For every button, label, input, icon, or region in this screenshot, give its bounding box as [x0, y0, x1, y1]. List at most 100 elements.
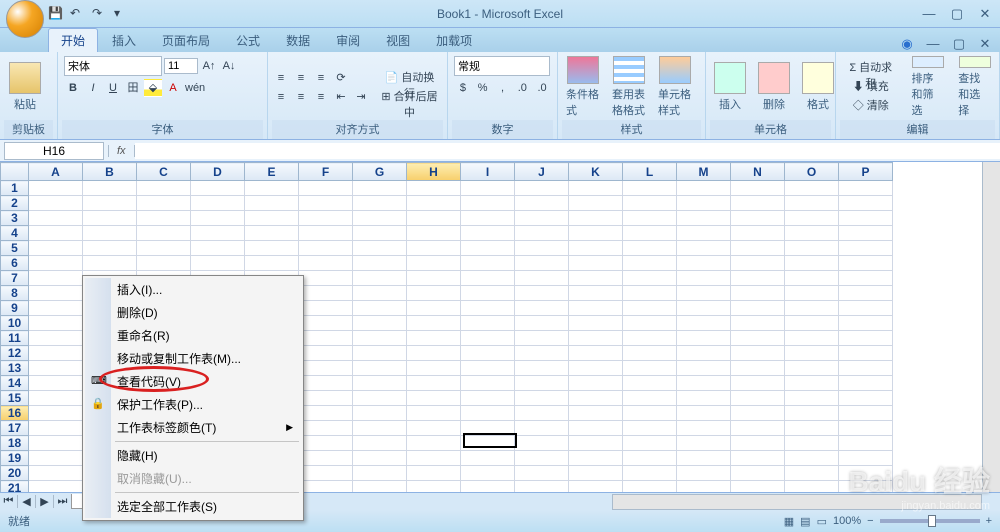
col-header-C[interactable]: C	[137, 163, 191, 181]
cell-I2[interactable]	[461, 196, 515, 211]
cell-A11[interactable]	[29, 331, 83, 346]
col-header-B[interactable]: B	[83, 163, 137, 181]
fill-color-button[interactable]: ⬙	[144, 79, 162, 97]
view-break-icon[interactable]: ▭	[817, 515, 827, 528]
cell-D5[interactable]	[191, 241, 245, 256]
cell-H21[interactable]	[407, 481, 461, 493]
col-header-A[interactable]: A	[29, 163, 83, 181]
cell-A13[interactable]	[29, 361, 83, 376]
row-header-14[interactable]: 14	[1, 376, 29, 391]
font-size-select[interactable]: 11	[164, 58, 198, 74]
tab-review[interactable]: 审阅	[324, 29, 372, 52]
cell-G12[interactable]	[353, 346, 407, 361]
cell-M19[interactable]	[677, 451, 731, 466]
col-header-L[interactable]: L	[623, 163, 677, 181]
paste-button[interactable]: 粘贴	[4, 54, 46, 120]
cell-I6[interactable]	[461, 256, 515, 271]
font-color-button[interactable]: A	[164, 79, 182, 97]
cell-N4[interactable]	[731, 226, 785, 241]
zoom-in-button[interactable]: +	[986, 515, 992, 527]
cell-F20[interactable]	[299, 466, 353, 481]
view-layout-icon[interactable]: ▤	[800, 515, 810, 528]
redo-icon[interactable]: ↷	[92, 6, 108, 22]
cell-N9[interactable]	[731, 301, 785, 316]
cell-J15[interactable]	[515, 391, 569, 406]
cell-J9[interactable]	[515, 301, 569, 316]
wrap-text-button[interactable]: 📄 自动换行	[376, 69, 443, 87]
underline-button[interactable]: U	[104, 79, 122, 97]
cell-P13[interactable]	[839, 361, 893, 376]
cell-N11[interactable]	[731, 331, 785, 346]
cell-N13[interactable]	[731, 361, 785, 376]
cell-P6[interactable]	[839, 256, 893, 271]
cell-L17[interactable]	[623, 421, 677, 436]
tab-insert[interactable]: 插入	[100, 29, 148, 52]
cell-K12[interactable]	[569, 346, 623, 361]
menu-insert[interactable]: 插入(I)...	[85, 278, 301, 301]
col-header-D[interactable]: D	[191, 163, 245, 181]
cell-J13[interactable]	[515, 361, 569, 376]
col-header-J[interactable]: J	[515, 163, 569, 181]
cell-L18[interactable]	[623, 436, 677, 451]
cell-G19[interactable]	[353, 451, 407, 466]
cell-M5[interactable]	[677, 241, 731, 256]
cell-B6[interactable]	[83, 256, 137, 271]
align-middle-icon[interactable]: ≡	[292, 69, 310, 87]
cell-H19[interactable]	[407, 451, 461, 466]
cell-L10[interactable]	[623, 316, 677, 331]
cell-L7[interactable]	[623, 271, 677, 286]
ribbon-restore-button[interactable]: ▢	[950, 36, 968, 52]
menu-delete[interactable]: 删除(D)	[85, 301, 301, 324]
cell-K17[interactable]	[569, 421, 623, 436]
ribbon-close-button[interactable]: ✕	[976, 36, 994, 52]
cell-H16[interactable]	[407, 406, 461, 421]
align-top-icon[interactable]: ≡	[272, 69, 290, 87]
cell-E4[interactable]	[245, 226, 299, 241]
cell-P11[interactable]	[839, 331, 893, 346]
cell-M4[interactable]	[677, 226, 731, 241]
cell-H9[interactable]	[407, 301, 461, 316]
cell-F3[interactable]	[299, 211, 353, 226]
increase-decimal-icon[interactable]: .0	[513, 79, 531, 97]
tab-home[interactable]: 开始	[48, 28, 98, 52]
cell-M18[interactable]	[677, 436, 731, 451]
sheet-nav-next[interactable]: ▶	[36, 495, 54, 508]
cell-E5[interactable]	[245, 241, 299, 256]
cell-I4[interactable]	[461, 226, 515, 241]
tab-data[interactable]: 数据	[274, 29, 322, 52]
cell-P16[interactable]	[839, 406, 893, 421]
cell-F17[interactable]	[299, 421, 353, 436]
cell-O20[interactable]	[785, 466, 839, 481]
row-header-6[interactable]: 6	[1, 256, 29, 271]
cell-O2[interactable]	[785, 196, 839, 211]
cell-M6[interactable]	[677, 256, 731, 271]
row-header-16[interactable]: 16	[1, 406, 29, 421]
qat-customize-icon[interactable]: ▾	[114, 6, 130, 22]
cell-F7[interactable]	[299, 271, 353, 286]
cell-C2[interactable]	[137, 196, 191, 211]
cell-A1[interactable]	[29, 181, 83, 196]
cell-N17[interactable]	[731, 421, 785, 436]
cell-M10[interactable]	[677, 316, 731, 331]
cell-P5[interactable]	[839, 241, 893, 256]
cell-K7[interactable]	[569, 271, 623, 286]
row-header-12[interactable]: 12	[1, 346, 29, 361]
align-bottom-icon[interactable]: ≡	[312, 69, 330, 87]
cell-P9[interactable]	[839, 301, 893, 316]
cell-F2[interactable]	[299, 196, 353, 211]
row-header-11[interactable]: 11	[1, 331, 29, 346]
cell-D6[interactable]	[191, 256, 245, 271]
row-header-19[interactable]: 19	[1, 451, 29, 466]
cell-G17[interactable]	[353, 421, 407, 436]
fx-icon[interactable]: fx	[108, 145, 135, 157]
col-header-K[interactable]: K	[569, 163, 623, 181]
cell-I14[interactable]	[461, 376, 515, 391]
cell-F19[interactable]	[299, 451, 353, 466]
cell-O14[interactable]	[785, 376, 839, 391]
row-header-17[interactable]: 17	[1, 421, 29, 436]
cell-G21[interactable]	[353, 481, 407, 493]
cell-M7[interactable]	[677, 271, 731, 286]
cell-A6[interactable]	[29, 256, 83, 271]
cell-G8[interactable]	[353, 286, 407, 301]
cell-J14[interactable]	[515, 376, 569, 391]
